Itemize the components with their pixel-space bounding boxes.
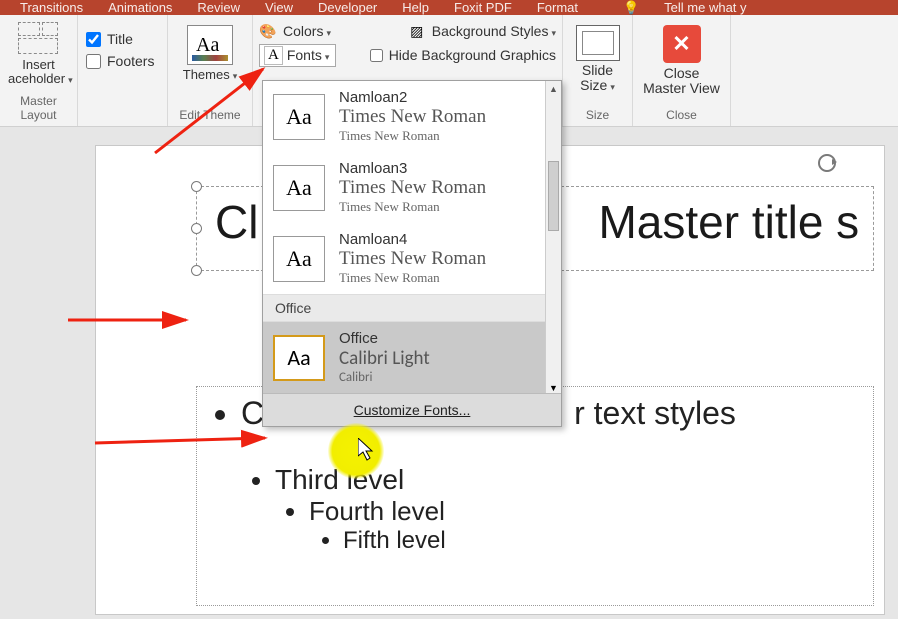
- master-layout-group-label: Master Layout: [8, 92, 69, 124]
- font-theme-item-selected[interactable]: ▼ Aa OfficeCalibri LightCalibri: [263, 322, 561, 393]
- font-swatch-icon: Aa: [273, 335, 325, 381]
- colors-icon: 🎨: [259, 22, 277, 40]
- tab-developer[interactable]: Developer: [318, 0, 377, 15]
- resize-handle[interactable]: [191, 223, 202, 234]
- list-item: Fourth level Fifth level: [309, 496, 873, 555]
- tab-help[interactable]: Help: [402, 0, 429, 15]
- scrollbar-thumb[interactable]: [548, 161, 559, 231]
- font-theme-item[interactable]: Aa Namloan4Times New RomanTimes New Roma…: [263, 223, 561, 294]
- font-theme-item[interactable]: Aa Namloan3Times New RomanTimes New Roma…: [263, 152, 561, 223]
- dropdown-section-header: Office: [263, 294, 561, 322]
- tab-foxit[interactable]: Foxit PDF: [454, 0, 512, 15]
- resize-handle[interactable]: [191, 181, 202, 192]
- insert-placeholder-icon: [18, 22, 60, 56]
- close-group-label: Close: [641, 106, 722, 124]
- ribbon-tabs: Transitions Animations Review View Devel…: [0, 0, 898, 15]
- font-swatch-icon: Aa: [273, 94, 325, 140]
- fonts-icon: A: [264, 46, 283, 65]
- annotation-arrow-icon: [68, 310, 198, 335]
- bg-styles-button[interactable]: Background Styles: [432, 23, 556, 39]
- hide-bg-checkbox[interactable]: Hide Background Graphics: [370, 47, 556, 63]
- fonts-dropdown: ▲▼ Aa Namloan2Times New RomanTimes New R…: [262, 80, 562, 427]
- customize-fonts-button[interactable]: Customize Fonts...: [263, 393, 561, 426]
- font-swatch-icon: Aa: [273, 165, 325, 211]
- bg-styles-icon: ▨: [408, 22, 426, 40]
- tab-animations[interactable]: Animations: [108, 0, 172, 15]
- themes-icon[interactable]: Aa: [187, 25, 233, 65]
- annotation-arrow-icon: [95, 430, 275, 455]
- size-group-label: Size: [571, 106, 624, 124]
- title-checkbox[interactable]: Title: [86, 31, 159, 47]
- tellme[interactable]: Tell me what y: [664, 0, 746, 15]
- font-swatch-icon: Aa: [273, 236, 325, 282]
- tab-format[interactable]: Format: [537, 0, 578, 15]
- tab-review[interactable]: Review: [197, 0, 240, 15]
- list-item: Third level Fourth level Fifth level: [275, 464, 873, 555]
- list-item: Fifth level: [343, 527, 873, 555]
- close-master-icon[interactable]: ✕: [663, 25, 701, 63]
- dropdown-scrollbar[interactable]: ▼: [545, 322, 561, 393]
- colors-button[interactable]: 🎨 Colors ▨ Background Styles: [259, 19, 556, 43]
- tab-transitions[interactable]: Transitions: [20, 0, 83, 15]
- font-theme-item[interactable]: Aa Namloan2Times New RomanTimes New Roma…: [263, 81, 561, 152]
- slide-size-button[interactable]: Size: [580, 77, 615, 93]
- fonts-button[interactable]: A Fonts: [259, 44, 336, 67]
- annotation-arrow-icon: [155, 65, 275, 160]
- tab-view[interactable]: View: [265, 0, 293, 15]
- slide-size-icon: [576, 25, 620, 61]
- footers-checkbox[interactable]: Footers: [86, 53, 159, 69]
- rotate-handle-icon[interactable]: [818, 154, 836, 172]
- close-master-button[interactable]: CloseMaster View: [641, 66, 722, 96]
- resize-handle[interactable]: [191, 265, 202, 276]
